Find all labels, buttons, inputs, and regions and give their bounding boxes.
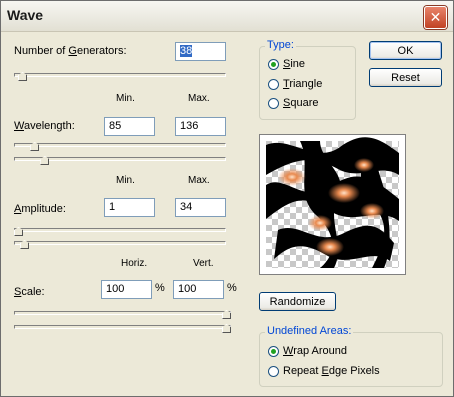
wavelength-max-input[interactable]: 136 <box>175 117 226 136</box>
radio-empty-icon <box>268 97 279 109</box>
type-sine-label: Sine <box>283 58 306 70</box>
radio-empty-icon <box>268 365 279 377</box>
generators-slider-track[interactable] <box>14 73 226 77</box>
wave-preview-graphic <box>266 137 399 268</box>
type-square-option[interactable]: Square <box>268 97 318 109</box>
radio-empty-icon <box>268 78 279 90</box>
generators-input[interactable]: 38 <box>175 42 226 61</box>
type-sine-option[interactable]: Sine <box>268 58 305 70</box>
wrap-around-option[interactable]: Wrap Around <box>268 345 347 357</box>
radio-selected-icon <box>268 345 279 357</box>
repeat-edge-pixels-label: Repeat Edge Pixels <box>283 365 380 377</box>
scale-horiz-slider-track[interactable] <box>14 311 231 315</box>
scale-vert-slider-track[interactable] <box>14 325 231 329</box>
wavelength-label: Wavelength: <box>14 120 75 132</box>
close-icon: ✕ <box>429 9 442 26</box>
generators-label: Number of Generators: <box>14 45 127 57</box>
amplitude-max-slider-track[interactable] <box>14 241 226 245</box>
scale-label: Scale: <box>14 286 45 298</box>
wavelength-min-header: Min. <box>116 93 135 104</box>
amplitude-min-slider-track[interactable] <box>14 228 226 232</box>
scale-vert-unit: % <box>227 282 237 294</box>
type-triangle-label: Triangle <box>283 78 323 90</box>
amplitude-label: Amplitude: <box>14 203 66 215</box>
wavelength-min-input[interactable]: 85 <box>104 117 155 136</box>
dialog-title: Wave <box>7 7 44 23</box>
amplitude-min-input[interactable]: 1 <box>104 198 155 217</box>
repeat-edge-pixels-option[interactable]: Repeat Edge Pixels <box>268 365 380 377</box>
scale-horiz-header: Horiz. <box>121 258 148 269</box>
wave-dialog: Wave ✕ Number of Generators: 38 Min. Max… <box>0 0 454 397</box>
preview-image <box>259 134 406 275</box>
scale-vert-input[interactable]: 100 <box>173 280 224 299</box>
amplitude-max-header: Max. <box>188 175 210 186</box>
title-bar[interactable]: Wave ✕ <box>1 1 453 32</box>
randomize-button[interactable]: Randomize <box>259 292 336 311</box>
amplitude-min-header: Min. <box>116 175 135 186</box>
scale-horiz-unit: % <box>155 282 165 294</box>
reset-button[interactable]: Reset <box>369 68 442 87</box>
close-button[interactable]: ✕ <box>424 6 447 29</box>
type-group-title: Type: <box>265 39 296 51</box>
amplitude-max-input[interactable]: 34 <box>175 198 226 217</box>
scale-vert-header: Vert. <box>193 258 214 269</box>
type-square-label: Square <box>283 97 319 109</box>
wavelength-max-header: Max. <box>188 93 210 104</box>
undefined-areas-group <box>259 332 443 387</box>
type-triangle-option[interactable]: Triangle <box>268 78 322 90</box>
wavelength-min-slider-track[interactable] <box>14 143 226 147</box>
wrap-around-label: Wrap Around <box>283 345 348 357</box>
ok-button[interactable]: OK <box>369 41 442 60</box>
radio-selected-icon <box>268 58 279 70</box>
undefined-areas-title: Undefined Areas: <box>265 325 354 337</box>
scale-horiz-input[interactable]: 100 <box>101 280 152 299</box>
